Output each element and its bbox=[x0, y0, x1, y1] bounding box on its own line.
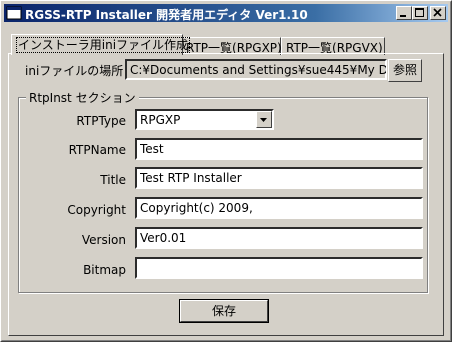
copyright-value: Copyright(c) 2009, bbox=[140, 201, 253, 215]
rtpname-field[interactable]: Test bbox=[135, 138, 423, 160]
title-bar[interactable]: RGSS-RTP Installer 開発者用エディタ Ver1.10 bbox=[4, 4, 448, 22]
tab-label: インストーラ用iniファイル作成 bbox=[16, 37, 191, 53]
title-label: Title bbox=[100, 173, 126, 187]
maximize-icon bbox=[415, 8, 424, 17]
app-window: RGSS-RTP Installer 開発者用エディタ Ver1.10 インスト… bbox=[0, 0, 452, 342]
version-label: Version bbox=[81, 233, 126, 247]
copyright-field[interactable]: Copyright(c) 2009, bbox=[135, 197, 423, 219]
title-field[interactable]: Test RTP Installer bbox=[135, 167, 423, 189]
bitmap-label: Bitmap bbox=[83, 263, 126, 277]
copyright-label: Copyright bbox=[67, 203, 126, 217]
app-icon bbox=[6, 6, 22, 20]
close-icon bbox=[433, 8, 442, 17]
browse-button[interactable]: 参照 bbox=[388, 59, 422, 82]
save-button[interactable]: 保存 bbox=[179, 299, 269, 323]
bitmap-field[interactable] bbox=[135, 257, 423, 279]
ini-path-value: C:¥Documents and Settings¥sue445¥My Docu… bbox=[130, 63, 386, 77]
chevron-down-icon bbox=[260, 118, 267, 122]
close-button[interactable] bbox=[430, 6, 446, 20]
title-value: Test RTP Installer bbox=[140, 171, 242, 185]
version-value: Ver0.01 bbox=[140, 231, 187, 245]
ini-path-field[interactable]: C:¥Documents and Settings¥sue445¥My Docu… bbox=[125, 59, 387, 80]
window-title: RGSS-RTP Installer 開発者用エディタ Ver1.10 bbox=[25, 8, 308, 22]
save-label: 保存 bbox=[211, 304, 236, 318]
maximize-button[interactable] bbox=[412, 6, 428, 20]
tab-ini-create[interactable]: インストーラ用iniファイル作成 bbox=[11, 34, 191, 55]
rtpname-value: Test bbox=[140, 142, 164, 156]
version-field[interactable]: Ver0.01 bbox=[135, 227, 423, 249]
rtptype-label: RTPType bbox=[76, 114, 126, 128]
browse-label: 参照 bbox=[392, 63, 417, 77]
minimize-button[interactable] bbox=[396, 6, 412, 20]
rtptype-value: RPGXP bbox=[140, 113, 181, 127]
rtptype-select[interactable]: RPGXP bbox=[135, 109, 274, 130]
dropdown-button[interactable] bbox=[256, 111, 272, 128]
rtpname-label: RTPName bbox=[68, 143, 126, 157]
ini-location-label: iniファイルの場所 bbox=[25, 64, 124, 78]
group-title: RtpInst セクション bbox=[26, 89, 139, 106]
minimize-icon bbox=[400, 15, 406, 17]
